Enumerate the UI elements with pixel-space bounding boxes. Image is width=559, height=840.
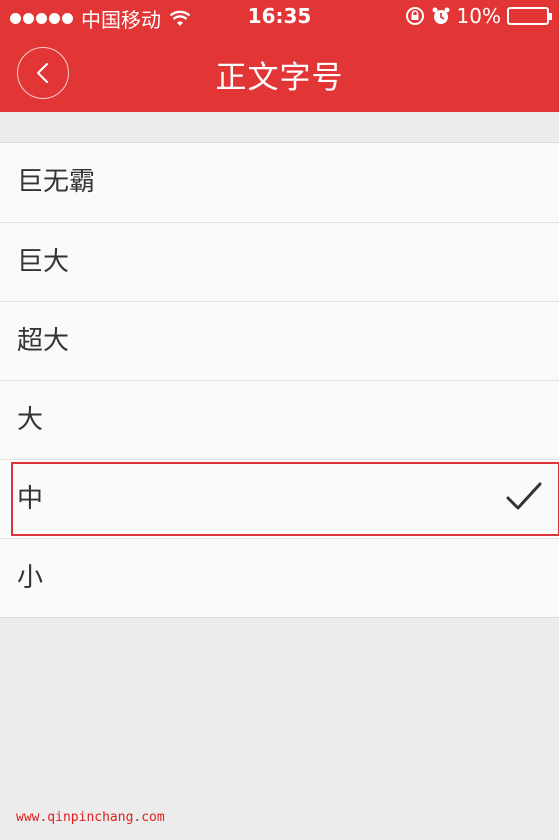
- status-right: 10%: [405, 4, 552, 28]
- battery-percent: 10%: [456, 4, 501, 28]
- font-size-list: 巨无霸 巨大 超大 大 中 小: [0, 142, 559, 618]
- option-label: 大: [17, 405, 44, 435]
- font-size-option-large[interactable]: 大: [0, 380, 559, 459]
- navigation-bar: 正文字号: [0, 34, 559, 112]
- status-bar: 中国移动 16:35 10%: [0, 0, 559, 34]
- rotation-lock-icon: [405, 7, 424, 25]
- alarm-icon: [432, 7, 450, 24]
- font-size-option-extra-large[interactable]: 超大: [0, 301, 559, 380]
- option-label: 巨无霸: [17, 167, 96, 197]
- page-title: 正文字号: [215, 60, 344, 96]
- option-label: 超大: [17, 326, 70, 356]
- font-size-option-huge[interactable]: 巨大: [0, 222, 559, 301]
- font-size-option-small[interactable]: 小: [0, 538, 559, 617]
- header-bar: 中国移动 16:35 10% 正文字号: [0, 0, 559, 112]
- watermark-text: www.qinpinchang.com: [16, 810, 165, 825]
- option-label: 中: [17, 484, 44, 514]
- font-size-option-jumbo[interactable]: 巨无霸: [0, 143, 559, 222]
- font-size-option-medium[interactable]: 中: [0, 459, 559, 538]
- battery-icon: [507, 7, 552, 25]
- checkmark-icon: [506, 482, 542, 510]
- option-label: 巨大: [17, 247, 70, 277]
- option-label: 小: [17, 563, 44, 593]
